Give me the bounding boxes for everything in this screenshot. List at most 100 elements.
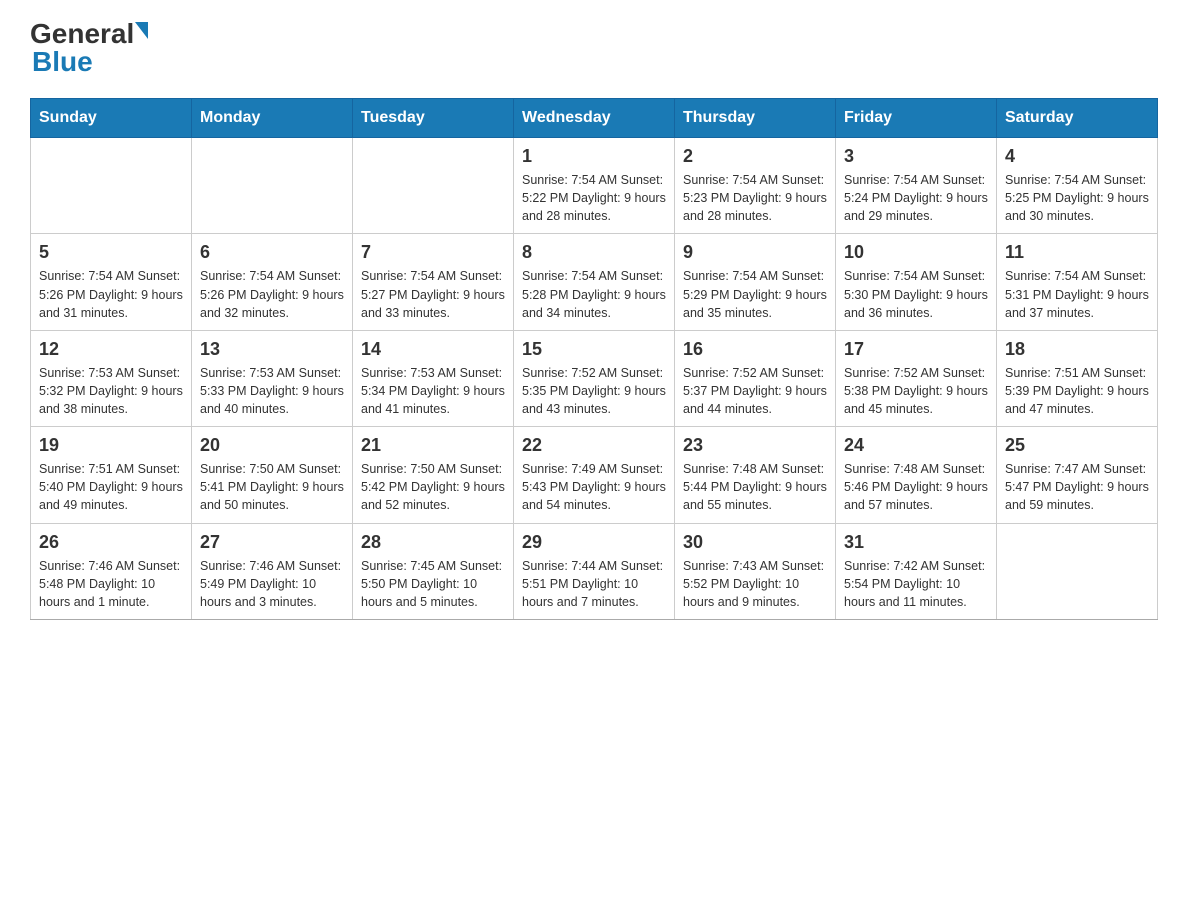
calendar-table: SundayMondayTuesdayWednesdayThursdayFrid… (30, 98, 1158, 620)
day-info: Sunrise: 7:54 AM Sunset: 5:28 PM Dayligh… (522, 267, 666, 321)
week-row-4: 19 Sunrise: 7:51 AM Sunset: 5:40 PM Dayli… (31, 427, 1158, 523)
day-number: 22 (522, 435, 666, 456)
calendar-body: 1 Sunrise: 7:54 AM Sunset: 5:22 PM Daylig… (31, 138, 1158, 620)
day-number: 8 (522, 242, 666, 263)
day-number: 19 (39, 435, 183, 456)
calendar-cell-w1-d6: 3 Sunrise: 7:54 AM Sunset: 5:24 PM Daylig… (836, 138, 997, 234)
calendar-cell-w5-d1: 26Sunrise: 7:46 AM Sunset: 5:48 PM Dayli… (31, 523, 192, 619)
calendar-cell-w1-d1 (31, 138, 192, 234)
day-number: 29 (522, 532, 666, 553)
day-info: Sunrise: 7:52 AM Sunset: 5:38 PM Dayligh… (844, 364, 988, 418)
calendar-cell-w1-d4: 1 Sunrise: 7:54 AM Sunset: 5:22 PM Daylig… (514, 138, 675, 234)
day-number: 14 (361, 339, 505, 360)
day-info: Sunrise: 7:51 AM Sunset: 5:40 PM Dayligh… (39, 460, 183, 514)
day-info: Sunrise: 7:54 AM Sunset: 5:26 PM Dayligh… (39, 267, 183, 321)
day-number: 6 (200, 242, 344, 263)
day-number: 16 (683, 339, 827, 360)
day-info: Sunrise: 7:46 AM Sunset: 5:49 PM Dayligh… (200, 557, 344, 611)
day-number: 23 (683, 435, 827, 456)
day-info: Sunrise: 7:54 AM Sunset: 5:27 PM Dayligh… (361, 267, 505, 321)
day-number: 2 (683, 146, 827, 167)
day-info: Sunrise: 7:45 AM Sunset: 5:50 PM Dayligh… (361, 557, 505, 611)
weekday-header-row: SundayMondayTuesdayWednesdayThursdayFrid… (31, 99, 1158, 138)
weekday-header-tuesday: Tuesday (353, 99, 514, 138)
weekday-header-thursday: Thursday (675, 99, 836, 138)
day-info: Sunrise: 7:44 AM Sunset: 5:51 PM Dayligh… (522, 557, 666, 611)
day-number: 30 (683, 532, 827, 553)
calendar-header: SundayMondayTuesdayWednesdayThursdayFrid… (31, 99, 1158, 138)
day-info: Sunrise: 7:43 AM Sunset: 5:52 PM Dayligh… (683, 557, 827, 611)
weekday-header-wednesday: Wednesday (514, 99, 675, 138)
day-number: 10 (844, 242, 988, 263)
day-info: Sunrise: 7:47 AM Sunset: 5:47 PM Dayligh… (1005, 460, 1149, 514)
day-number: 1 (522, 146, 666, 167)
day-info: Sunrise: 7:53 AM Sunset: 5:34 PM Dayligh… (361, 364, 505, 418)
calendar-cell-w3-d2: 13Sunrise: 7:53 AM Sunset: 5:33 PM Dayli… (192, 330, 353, 426)
day-number: 21 (361, 435, 505, 456)
week-row-3: 12 Sunrise: 7:53 AM Sunset: 5:32 PM Dayli… (31, 330, 1158, 426)
calendar-cell-w3-d7: 18 Sunrise: 7:51 AM Sunset: 5:39 PM Dayli… (997, 330, 1158, 426)
calendar-cell-w4-d5: 23 Sunrise: 7:48 AM Sunset: 5:44 PM Dayli… (675, 427, 836, 523)
calendar-cell-w3-d4: 15 Sunrise: 7:52 AM Sunset: 5:35 PM Dayli… (514, 330, 675, 426)
day-number: 18 (1005, 339, 1149, 360)
day-number: 25 (1005, 435, 1149, 456)
day-info: Sunrise: 7:51 AM Sunset: 5:39 PM Dayligh… (1005, 364, 1149, 418)
day-number: 4 (1005, 146, 1149, 167)
calendar-cell-w3-d5: 16 Sunrise: 7:52 AM Sunset: 5:37 PM Dayli… (675, 330, 836, 426)
calendar-cell-w2-d1: 5 Sunrise: 7:54 AM Sunset: 5:26 PM Daylig… (31, 234, 192, 330)
day-info: Sunrise: 7:52 AM Sunset: 5:35 PM Dayligh… (522, 364, 666, 418)
day-number: 9 (683, 242, 827, 263)
day-info: Sunrise: 7:54 AM Sunset: 5:30 PM Dayligh… (844, 267, 988, 321)
calendar-cell-w1-d2 (192, 138, 353, 234)
weekday-header-sunday: Sunday (31, 99, 192, 138)
day-info: Sunrise: 7:52 AM Sunset: 5:37 PM Dayligh… (683, 364, 827, 418)
week-row-5: 26Sunrise: 7:46 AM Sunset: 5:48 PM Dayli… (31, 523, 1158, 619)
day-number: 17 (844, 339, 988, 360)
day-number: 7 (361, 242, 505, 263)
calendar-cell-w4-d3: 21 Sunrise: 7:50 AM Sunset: 5:42 PM Dayli… (353, 427, 514, 523)
day-info: Sunrise: 7:54 AM Sunset: 5:25 PM Dayligh… (1005, 171, 1149, 225)
weekday-header-saturday: Saturday (997, 99, 1158, 138)
day-number: 5 (39, 242, 183, 263)
calendar-cell-w2-d4: 8 Sunrise: 7:54 AM Sunset: 5:28 PM Daylig… (514, 234, 675, 330)
day-number: 12 (39, 339, 183, 360)
weekday-header-friday: Friday (836, 99, 997, 138)
calendar-cell-w2-d7: 11Sunrise: 7:54 AM Sunset: 5:31 PM Dayli… (997, 234, 1158, 330)
logo: General Blue (30, 20, 149, 78)
calendar-cell-w1-d7: 4 Sunrise: 7:54 AM Sunset: 5:25 PM Daylig… (997, 138, 1158, 234)
logo-blue-text: Blue (32, 46, 93, 77)
page-header: General Blue (30, 20, 1158, 78)
calendar-cell-w2-d6: 10 Sunrise: 7:54 AM Sunset: 5:30 PM Dayli… (836, 234, 997, 330)
calendar-cell-w2-d5: 9Sunrise: 7:54 AM Sunset: 5:29 PM Daylig… (675, 234, 836, 330)
week-row-1: 1 Sunrise: 7:54 AM Sunset: 5:22 PM Daylig… (31, 138, 1158, 234)
calendar-cell-w5-d5: 30 Sunrise: 7:43 AM Sunset: 5:52 PM Dayli… (675, 523, 836, 619)
logo-general-text: General (30, 20, 134, 48)
calendar-cell-w2-d2: 6Sunrise: 7:54 AM Sunset: 5:26 PM Daylig… (192, 234, 353, 330)
calendar-cell-w4-d2: 20Sunrise: 7:50 AM Sunset: 5:41 PM Dayli… (192, 427, 353, 523)
day-number: 26 (39, 532, 183, 553)
calendar-cell-w5-d2: 27Sunrise: 7:46 AM Sunset: 5:49 PM Dayli… (192, 523, 353, 619)
day-number: 3 (844, 146, 988, 167)
day-info: Sunrise: 7:53 AM Sunset: 5:32 PM Dayligh… (39, 364, 183, 418)
calendar-cell-w3-d1: 12 Sunrise: 7:53 AM Sunset: 5:32 PM Dayli… (31, 330, 192, 426)
day-info: Sunrise: 7:48 AM Sunset: 5:44 PM Dayligh… (683, 460, 827, 514)
calendar-cell-w5-d7 (997, 523, 1158, 619)
day-number: 24 (844, 435, 988, 456)
day-number: 15 (522, 339, 666, 360)
week-row-2: 5 Sunrise: 7:54 AM Sunset: 5:26 PM Daylig… (31, 234, 1158, 330)
day-number: 20 (200, 435, 344, 456)
day-info: Sunrise: 7:48 AM Sunset: 5:46 PM Dayligh… (844, 460, 988, 514)
day-info: Sunrise: 7:50 AM Sunset: 5:42 PM Dayligh… (361, 460, 505, 514)
calendar-cell-w5-d3: 28 Sunrise: 7:45 AM Sunset: 5:50 PM Dayli… (353, 523, 514, 619)
day-info: Sunrise: 7:54 AM Sunset: 5:22 PM Dayligh… (522, 171, 666, 225)
calendar-cell-w1-d3 (353, 138, 514, 234)
day-number: 11 (1005, 242, 1149, 263)
weekday-header-monday: Monday (192, 99, 353, 138)
calendar-cell-w4-d1: 19 Sunrise: 7:51 AM Sunset: 5:40 PM Dayli… (31, 427, 192, 523)
calendar-cell-w5-d4: 29 Sunrise: 7:44 AM Sunset: 5:51 PM Dayli… (514, 523, 675, 619)
calendar-cell-w4-d7: 25 Sunrise: 7:47 AM Sunset: 5:47 PM Dayli… (997, 427, 1158, 523)
day-number: 28 (361, 532, 505, 553)
day-info: Sunrise: 7:54 AM Sunset: 5:24 PM Dayligh… (844, 171, 988, 225)
day-info: Sunrise: 7:49 AM Sunset: 5:43 PM Dayligh… (522, 460, 666, 514)
calendar-cell-w4-d6: 24 Sunrise: 7:48 AM Sunset: 5:46 PM Dayli… (836, 427, 997, 523)
